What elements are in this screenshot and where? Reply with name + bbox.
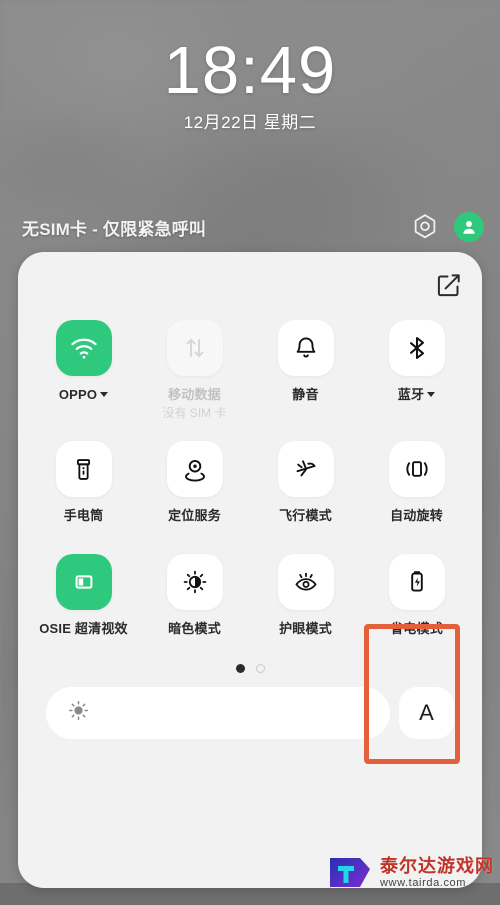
dark-mode-icon[interactable] — [166, 554, 223, 610]
tile-label-text: 省电模式 — [390, 621, 443, 636]
brightness-sun-icon — [66, 698, 91, 728]
page-dot-inactive[interactable] — [255, 664, 265, 673]
tile-label-text: 蓝牙 — [397, 387, 425, 402]
clock-time: 18:49 — [163, 33, 337, 108]
tile-battery-saver[interactable]: 省电模式 — [361, 550, 472, 637]
site-watermark: 泰尔达游戏网 www.tairda.com — [327, 855, 494, 891]
tile-wifi[interactable]: OPPO — [28, 316, 139, 421]
tile-silent[interactable]: 静音 — [250, 316, 361, 421]
tile-auto-rotate[interactable]: 自动旋转 — [361, 437, 472, 524]
tile-label-text: 手电筒 — [63, 508, 104, 523]
edit-pencil-square-icon[interactable] — [436, 272, 462, 298]
tile-label: 蓝牙 — [397, 387, 436, 403]
watermark-url: www.tairda.com — [380, 877, 467, 889]
tile-label: OSIE 超清视效 — [39, 621, 127, 637]
tile-label-text: 定位服务 — [168, 508, 221, 523]
panel-header — [18, 252, 482, 314]
brightness-slider[interactable] — [46, 687, 390, 739]
quick-settings-panel: OPPO 移动数据 没有 SIM 卡 静音 蓝牙 手电筒 定位服务 飞行模式 自… — [18, 252, 482, 888]
tile-label-text: OPPO — [58, 387, 98, 402]
tile-label: 移动数据 — [168, 387, 221, 403]
tile-label: 手电筒 — [64, 508, 104, 524]
wifi-icon[interactable] — [55, 320, 112, 376]
tile-osie[interactable]: OSIE 超清视效 — [28, 550, 139, 637]
watermark-logo-icon — [327, 855, 373, 891]
tile-label: 飞行模式 — [279, 508, 332, 524]
tile-label: 定位服务 — [168, 508, 221, 524]
watermark-title: 泰尔达游戏网 — [380, 856, 494, 876]
tile-flashlight[interactable]: 手电筒 — [28, 437, 139, 524]
tile-row-2: 手电筒 定位服务 飞行模式 自动旋转 — [28, 437, 472, 524]
tile-airplane[interactable]: 飞行模式 — [250, 437, 361, 524]
osie-screen-icon[interactable] — [55, 554, 112, 610]
lockscreen-status-row: 无SIM卡 - 仅限紧急呼叫 — [22, 207, 484, 247]
watermark-text: 泰尔达游戏网 www.tairda.com — [380, 857, 494, 889]
camera-hexagon-icon[interactable] — [410, 212, 440, 242]
tile-label-text: 飞行模式 — [279, 508, 332, 523]
tile-label-text: 暗色模式 — [168, 621, 221, 636]
status-icon-group — [410, 212, 484, 242]
tile-sublabel: 没有 SIM 卡 — [162, 406, 227, 420]
mobile-data-icon[interactable] — [166, 320, 223, 376]
user-avatar-icon[interactable] — [454, 212, 484, 242]
tile-row-1: OPPO 移动数据 没有 SIM 卡 静音 蓝牙 — [28, 316, 472, 421]
clock-date: 12月22日 星期二 — [183, 113, 317, 132]
airplane-icon[interactable] — [277, 441, 334, 497]
lockscreen-clock: 18:49 12月22日 星期二 — [0, 34, 500, 134]
page-dot-active[interactable] — [235, 664, 245, 673]
tile-label: OPPO — [58, 387, 109, 403]
tile-label-text: 护眼模式 — [279, 621, 332, 636]
brightness-row: A — [28, 687, 472, 739]
tile-label: 暗色模式 — [168, 621, 221, 637]
auto-brightness-button[interactable]: A — [399, 687, 454, 739]
eye-care-icon[interactable] — [277, 554, 334, 610]
tile-location[interactable]: 定位服务 — [139, 437, 250, 524]
tile-dark-mode[interactable]: 暗色模式 — [139, 550, 250, 637]
tile-label: 省电模式 — [390, 621, 443, 637]
auto-rotate-icon[interactable] — [388, 441, 445, 497]
tile-eye-care[interactable]: 护眼模式 — [250, 550, 361, 637]
sim-status-text: 无SIM卡 - 仅限紧急呼叫 — [22, 219, 207, 239]
phone-screen: 18:49 12月22日 星期二 无SIM卡 - 仅限紧急呼叫 OPPO 移动数… — [0, 0, 500, 905]
tile-label: 自动旋转 — [390, 508, 443, 524]
flashlight-icon[interactable] — [55, 441, 112, 497]
tile-row-3: OSIE 超清视效 暗色模式 护眼模式 省电模式 — [28, 550, 472, 637]
bluetooth-icon[interactable] — [388, 320, 445, 376]
tile-bluetooth[interactable]: 蓝牙 — [361, 316, 472, 421]
tile-label-text: 静音 — [292, 387, 319, 402]
tile-mobile-data[interactable]: 移动数据 没有 SIM 卡 — [139, 316, 250, 421]
tile-label-text: 移动数据 — [168, 387, 221, 402]
tiles-grid: OPPO 移动数据 没有 SIM 卡 静音 蓝牙 手电筒 定位服务 飞行模式 自… — [18, 316, 482, 739]
tile-label-text: 自动旋转 — [390, 508, 443, 523]
battery-saver-icon[interactable] — [388, 554, 445, 610]
chevron-down-icon[interactable] — [100, 392, 109, 397]
tile-label: 静音 — [292, 387, 318, 403]
tile-label: 护眼模式 — [279, 621, 332, 637]
chevron-down-icon[interactable] — [427, 392, 436, 397]
bell-mute-icon[interactable] — [277, 320, 334, 376]
location-pin-icon[interactable] — [166, 441, 223, 497]
page-indicator — [28, 664, 472, 673]
tile-label-text: OSIE 超清视效 — [39, 621, 128, 636]
